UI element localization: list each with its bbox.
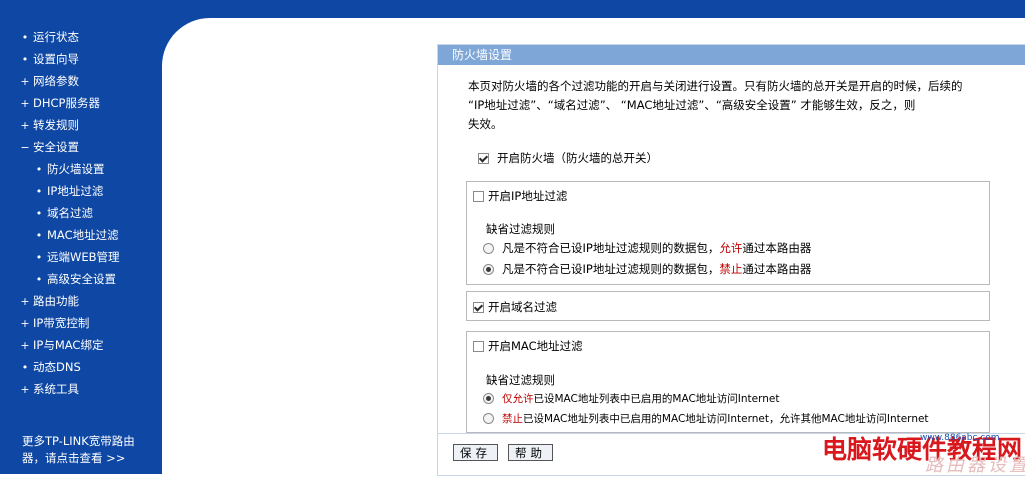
collapse-icon: − xyxy=(20,140,30,154)
more-products-link[interactable]: 更多TP-LINK宽带路由 器，请点击查看 >> xyxy=(22,433,152,467)
expand-icon: + xyxy=(20,294,30,308)
expand-icon: + xyxy=(20,338,30,352)
sidebar-item-label: 转发规则 xyxy=(33,118,79,132)
sidebar-item-label: IP与MAC绑定 xyxy=(33,338,104,352)
bullet-icon: • xyxy=(35,184,43,198)
description-text: 本页对防火墙的各个过滤功能的开启与关闭进行设置。只有防火墙的总开关是开启的时候，… xyxy=(468,79,963,131)
save-button[interactable]: 保存 xyxy=(453,444,498,461)
mac-rule-allow-only-option[interactable]: 仅允许已设MAC地址列表中已启用的MAC地址访问Internet xyxy=(483,391,779,406)
sidebar-item-label: MAC地址过滤 xyxy=(47,228,119,242)
sidebar-item[interactable]: + IP与MAC绑定 xyxy=(0,334,162,356)
mac-allow-only-radio[interactable] xyxy=(483,393,494,404)
sidebar-item[interactable]: • 运行状态 xyxy=(0,26,162,48)
sidebar-item-label: 安全设置 xyxy=(33,140,79,154)
sidebar-item[interactable]: + 转发规则 xyxy=(0,114,162,136)
expand-icon: + xyxy=(20,316,30,330)
ip-filter-checkbox[interactable] xyxy=(473,190,484,202)
sidebar-item-label: 系统工具 xyxy=(33,382,79,396)
sidebar-item[interactable]: • 高级安全设置 xyxy=(0,268,162,290)
mac-rule-deny-option[interactable]: 禁止已设MAC地址列表中已启用的MAC地址访问Internet，允许其他MAC地… xyxy=(483,411,929,426)
sidebar-item[interactable]: + 系统工具 xyxy=(0,378,162,400)
sidebar-item[interactable]: • MAC地址过滤 xyxy=(0,224,162,246)
sidebar-item-label: 动态DNS xyxy=(33,360,81,374)
sidebar-item[interactable]: • IP地址过滤 xyxy=(0,180,162,202)
sidebar-item[interactable]: + DHCP服务器 xyxy=(0,92,162,114)
bullet-icon: • xyxy=(35,162,43,176)
panel-title: 防火墙设置 xyxy=(438,45,1025,65)
bullet-icon: • xyxy=(21,52,29,66)
mac-filter-toggle[interactable]: 开启MAC地址过滤 xyxy=(473,338,583,354)
ip-deny-radio[interactable] xyxy=(483,263,494,275)
sidebar-item[interactable]: + 路由功能 xyxy=(0,290,162,312)
domain-filter-checkbox[interactable] xyxy=(473,301,484,313)
bullet-icon: • xyxy=(35,206,43,220)
sidebar-item-label: IP地址过滤 xyxy=(47,184,104,198)
watermark-url: www.886abc.com xyxy=(920,433,1000,443)
sidebar-item-label: 域名过滤 xyxy=(47,206,93,220)
sidebar-item-label: 防火墙设置 xyxy=(47,162,105,176)
sidebar-item-label: 运行状态 xyxy=(33,30,79,44)
mac-deny-radio[interactable] xyxy=(483,413,494,424)
firewall-settings-panel: 防火墙设置 本页对防火墙的各个过滤功能的开启与关闭进行设置。只有防火墙的总开关是… xyxy=(437,44,1025,476)
bullet-icon: • xyxy=(21,30,29,44)
help-button[interactable]: 帮助 xyxy=(508,444,553,461)
top-banner xyxy=(0,0,1025,18)
ip-filter-toggle[interactable]: 开启IP地址过滤 xyxy=(473,188,567,204)
ip-default-rule-label: 缺省过滤规则 xyxy=(486,222,555,236)
expand-icon: + xyxy=(20,74,30,88)
ip-rule-deny-option[interactable]: 凡是不符合已设IP地址过滤规则的数据包，禁止通过本路由器 xyxy=(483,261,811,277)
mac-default-rule-label: 缺省过滤规则 xyxy=(486,373,555,387)
ip-allow-radio[interactable] xyxy=(483,242,494,254)
sidebar-item[interactable]: • 防火墙设置 xyxy=(0,158,162,180)
bullet-icon: • xyxy=(35,250,43,264)
expand-icon: + xyxy=(20,382,30,396)
sidebar-item[interactable]: • 动态DNS xyxy=(0,356,162,378)
sidebar-item-label: 设置向导 xyxy=(33,52,79,66)
sidebar-item[interactable]: + 网络参数 xyxy=(0,70,162,92)
bullet-icon: • xyxy=(21,360,29,374)
sidebar-nav: • 运行状态 • 设置向导 + 网络参数 + DHCP服务器 + 转发规则 − 安全设置 • 防火墙设置 •… xyxy=(0,26,162,400)
mac-filter-checkbox[interactable] xyxy=(473,340,484,352)
sidebar-item-label: DHCP服务器 xyxy=(33,96,100,110)
firewall-master-switch[interactable]: 开启防火墙（防火墙的总开关） xyxy=(478,150,658,166)
sidebar-item[interactable]: − 安全设置 xyxy=(0,136,162,158)
domain-filter-toggle[interactable]: 开启域名过滤 xyxy=(473,299,557,315)
sidebar-item[interactable]: + IP带宽控制 xyxy=(0,312,162,334)
expand-icon: + xyxy=(20,118,30,132)
sidebar-item-label: 网络参数 xyxy=(33,74,79,88)
sidebar-item-label: 远端WEB管理 xyxy=(47,250,120,264)
watermark-subtext: 路由器设置 xyxy=(925,455,1025,476)
sidebar-item-label: 路由功能 xyxy=(33,294,79,308)
sidebar-item-label: IP带宽控制 xyxy=(33,316,90,330)
expand-icon: + xyxy=(20,96,30,110)
sidebar-item-label: 高级安全设置 xyxy=(47,272,116,286)
ip-rule-allow-option[interactable]: 凡是不符合已设IP地址过滤规则的数据包，允许通过本路由器 xyxy=(483,240,811,256)
sidebar-item[interactable]: • 设置向导 xyxy=(0,48,162,70)
firewall-checkbox[interactable] xyxy=(478,152,489,164)
bullet-icon: • xyxy=(35,228,43,242)
sidebar-item[interactable]: • 域名过滤 xyxy=(0,202,162,224)
sidebar-item[interactable]: • 远端WEB管理 xyxy=(0,246,162,268)
bullet-icon: • xyxy=(35,272,43,286)
